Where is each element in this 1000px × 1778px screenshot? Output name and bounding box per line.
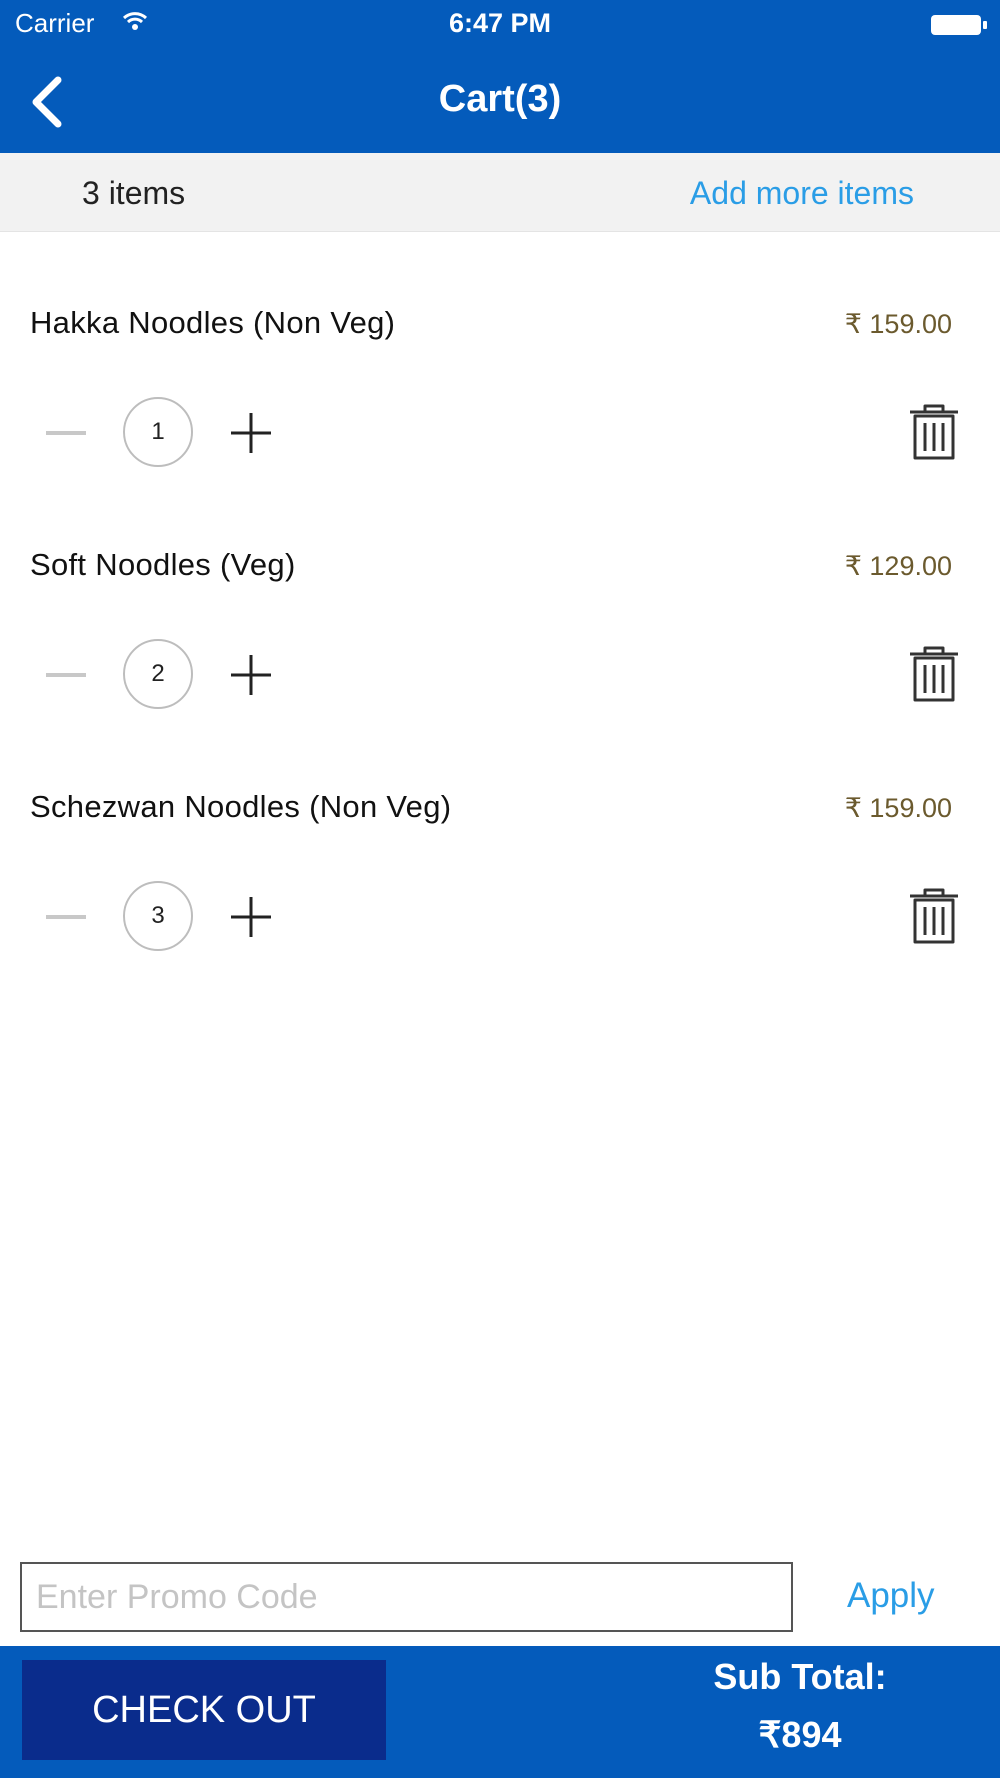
- item-name: Hakka Noodles (Non Veg): [30, 305, 396, 340]
- battery-icon: [931, 15, 987, 35]
- navigation-bar: Carrier 6:47 PM Cart(3): [0, 0, 1000, 153]
- item-price: ₹ 159.00: [844, 793, 952, 823]
- checkout-button[interactable]: CHECK OUT: [22, 1660, 386, 1760]
- apply-promo-button[interactable]: Apply: [847, 1576, 935, 1616]
- cart-item: Soft Noodles (Veg) ₹ 129.00 2: [0, 547, 1000, 787]
- checkout-bar: CHECK OUT Sub Total: ₹894: [0, 1646, 1000, 1778]
- delete-item-button[interactable]: [908, 887, 960, 945]
- quantity-value: 3: [123, 881, 193, 951]
- decrease-quantity-button[interactable]: [46, 915, 86, 919]
- quantity-value: 1: [123, 397, 193, 467]
- subtotal-label: Sub Total:: [713, 1656, 887, 1697]
- decrease-quantity-button[interactable]: [46, 431, 86, 435]
- delete-item-button[interactable]: [908, 645, 960, 703]
- increase-quantity-button[interactable]: [229, 895, 273, 939]
- quantity-value: 2: [123, 639, 193, 709]
- trash-icon: [910, 404, 958, 460]
- item-name: Schezwan Noodles (Non Veg): [30, 789, 452, 824]
- plus-icon: [231, 413, 271, 453]
- cart-summary-bar: 3 items Add more items: [0, 153, 1000, 232]
- add-more-items-link[interactable]: Add more items: [690, 175, 914, 212]
- item-name: Soft Noodles (Veg): [30, 547, 296, 582]
- cart-item: Schezwan Noodles (Non Veg) ₹ 159.00 3: [0, 789, 1000, 1029]
- items-count: 3 items: [82, 175, 186, 211]
- trash-icon: [910, 646, 958, 702]
- delete-item-button[interactable]: [908, 403, 960, 461]
- decrease-quantity-button[interactable]: [46, 673, 86, 677]
- subtotal-value: ₹894: [758, 1714, 842, 1755]
- cart-item: Hakka Noodles (Non Veg) ₹ 159.00 1: [0, 305, 1000, 545]
- trash-icon: [910, 888, 958, 944]
- status-time: 6:47 PM: [448, 8, 552, 38]
- promo-code-input[interactable]: [20, 1562, 793, 1632]
- increase-quantity-button[interactable]: [229, 411, 273, 455]
- plus-icon: [231, 655, 271, 695]
- plus-icon: [231, 897, 271, 937]
- item-price: ₹ 129.00: [844, 551, 952, 581]
- item-price: ₹ 159.00: [844, 309, 952, 339]
- increase-quantity-button[interactable]: [229, 653, 273, 697]
- page-title: Cart(3): [438, 78, 562, 120]
